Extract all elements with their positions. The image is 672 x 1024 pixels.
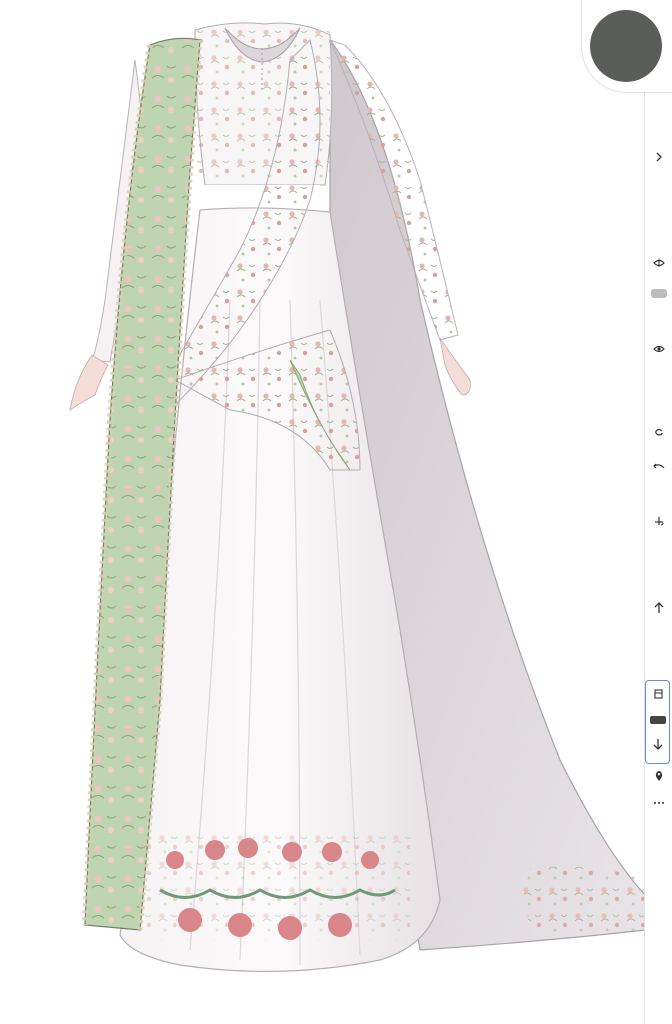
right-toolbar <box>644 0 672 1024</box>
opacity-pill[interactable] <box>651 289 667 298</box>
current-color-swatch[interactable] <box>590 10 662 82</box>
lasso-icon[interactable] <box>645 422 672 444</box>
drawing-canvas[interactable] <box>0 0 645 1024</box>
layer-controls <box>645 680 670 764</box>
undo-icon[interactable] <box>645 455 672 477</box>
right-hand <box>439 337 471 396</box>
move-down-icon[interactable] <box>646 733 669 755</box>
left-hand <box>69 354 109 411</box>
pin-icon[interactable] <box>645 765 672 787</box>
layer-icon[interactable] <box>646 683 669 705</box>
train-border <box>520 866 645 933</box>
fashion-illustration <box>69 22 645 972</box>
layer-badge <box>650 716 666 724</box>
color-picker-panel <box>581 0 672 93</box>
eye-icon[interactable] <box>645 338 672 360</box>
chevron-right-icon[interactable] <box>645 146 672 168</box>
hem-embroidery <box>140 830 410 940</box>
move-up-icon[interactable] <box>645 597 672 619</box>
more-icon[interactable] <box>645 792 672 814</box>
transform-icon[interactable] <box>645 510 672 532</box>
visibility-toggle-icon[interactable] <box>645 252 672 274</box>
